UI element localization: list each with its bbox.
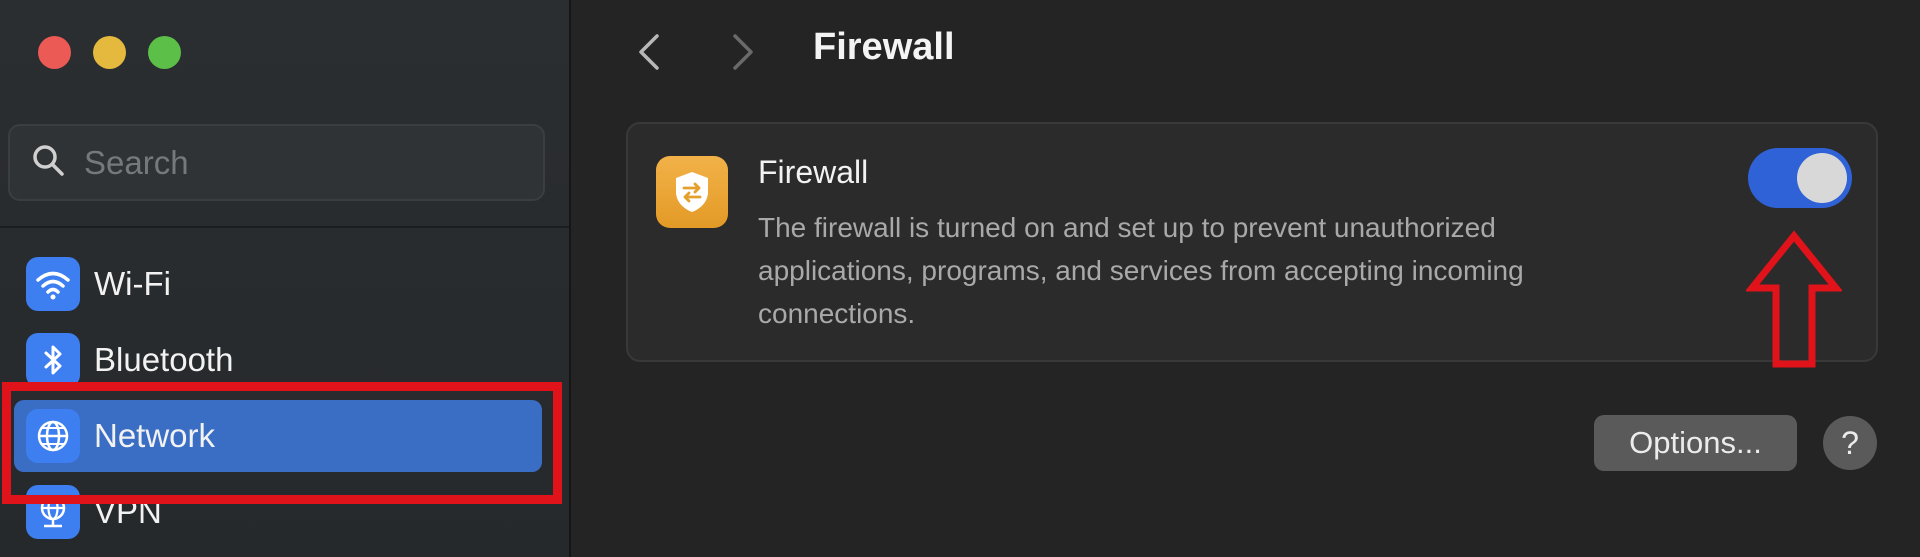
window-controls — [38, 36, 181, 69]
system-settings-window: Wi-Fi Bluetooth Network VPN — [0, 0, 1920, 557]
history-navigation — [631, 30, 761, 79]
main-pane: Firewall Firewall The firewall is turned… — [571, 0, 1920, 557]
firewall-description: The firewall is turned on and set up to … — [758, 212, 1524, 329]
bluetooth-icon — [26, 333, 80, 387]
back-button[interactable] — [631, 30, 667, 79]
sidebar: Wi-Fi Bluetooth Network VPN — [0, 0, 571, 557]
firewall-shield-icon — [656, 156, 728, 228]
toggle-knob — [1797, 153, 1847, 203]
chevron-right-icon — [733, 34, 753, 70]
maximize-window-button[interactable] — [148, 36, 181, 69]
sidebar-item-label: Wi-Fi — [94, 265, 171, 302]
sidebar-item-wifi[interactable]: Wi-Fi — [14, 248, 542, 320]
close-window-button[interactable] — [38, 36, 71, 69]
help-button[interactable]: ? — [1823, 416, 1877, 470]
page-title: Firewall — [813, 26, 955, 68]
chevron-left-icon — [639, 34, 659, 70]
search-field[interactable] — [8, 124, 545, 201]
options-button[interactable]: Options... — [1594, 415, 1797, 471]
search-input[interactable] — [84, 143, 524, 182]
forward-button[interactable] — [725, 30, 761, 79]
firewall-toggle[interactable] — [1748, 148, 1852, 208]
up-arrow-annotation — [1746, 230, 1842, 368]
firewall-title: Firewall — [758, 154, 869, 190]
wifi-icon — [26, 257, 80, 311]
network-highlight-annotation — [2, 382, 562, 504]
firewall-card: Firewall The firewall is turned on and s… — [626, 122, 1878, 362]
minimize-window-button[interactable] — [93, 36, 126, 69]
sidebar-divider — [0, 226, 569, 228]
search-icon — [30, 142, 66, 183]
sidebar-item-label: Bluetooth — [94, 341, 234, 378]
